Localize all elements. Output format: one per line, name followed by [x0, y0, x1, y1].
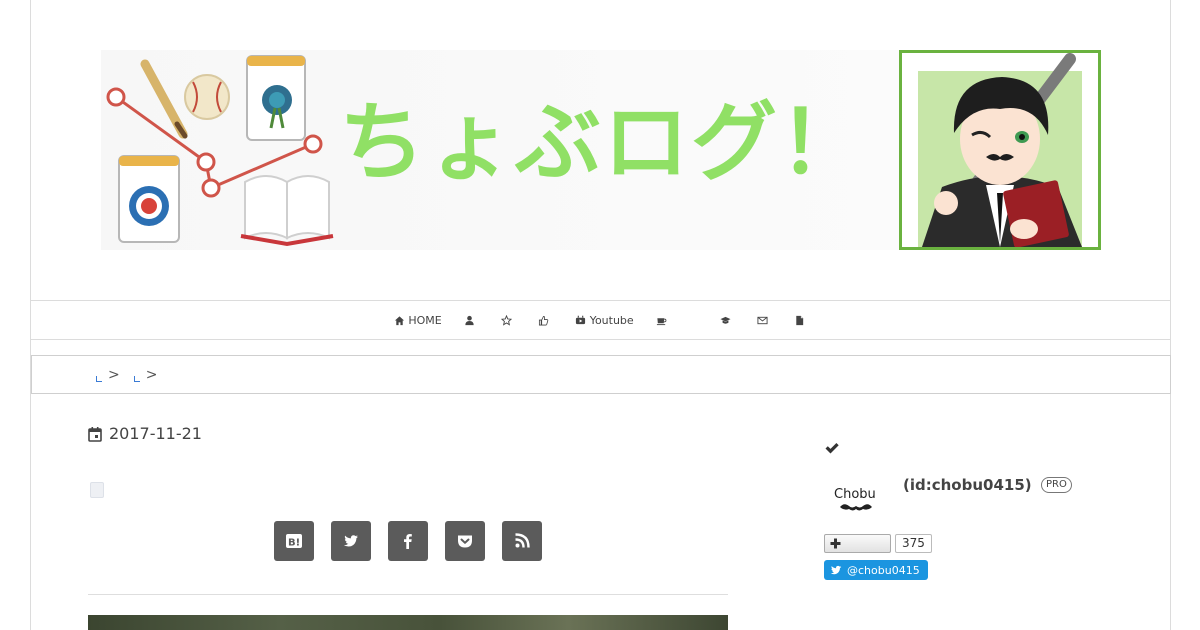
share-twitter-button[interactable]: [331, 521, 371, 561]
nav-item-favorites[interactable]: [490, 301, 527, 339]
global-nav-list: HOME Youtube: [382, 301, 819, 339]
plus-icon: [830, 538, 841, 549]
pro-badge: PRO: [1041, 477, 1072, 493]
entry-date-text: 2017-11-21: [109, 424, 202, 443]
nav-item-recommend[interactable]: [527, 301, 564, 339]
share-facebook-button[interactable]: [388, 521, 428, 561]
follow-button[interactable]: [824, 534, 891, 553]
follower-count: 375: [895, 534, 932, 553]
star-icon: [501, 314, 513, 326]
twitter-icon: [343, 535, 358, 547]
profile-user-id[interactable]: (id:chobu0415): [903, 476, 1032, 494]
twitter-handle: @chobu0415: [847, 563, 920, 577]
youtube-icon: [575, 314, 587, 326]
coffee-icon: [656, 314, 668, 326]
svg-text:B!: B!: [288, 538, 300, 549]
pocket-icon: [458, 535, 472, 548]
share-pocket-button[interactable]: [445, 521, 485, 561]
page-frame: ちょぶログ！ HOME Youtube > > 2017-11-21 B! Ch…: [30, 0, 1171, 630]
global-nav: HOME Youtube: [31, 300, 1171, 340]
file-icon: [794, 314, 806, 326]
site-title[interactable]: ちょぶログ！: [339, 68, 867, 218]
nav-item-label: Youtube: [589, 313, 634, 327]
calendar-icon: [88, 426, 102, 442]
breadcrumb: > >: [31, 355, 1171, 394]
nav-item-policy[interactable]: [783, 301, 820, 339]
author-portrait: [899, 50, 1101, 250]
rss-icon: [515, 533, 530, 548]
share-rss-button[interactable]: [502, 521, 542, 561]
twitter-follow-button[interactable]: @chobu0415: [824, 560, 928, 580]
nav-item-youtube[interactable]: Youtube: [564, 301, 645, 339]
nav-item-contact[interactable]: [746, 301, 783, 339]
profile-avatar[interactable]: Chobu: [824, 478, 888, 518]
facebook-icon: [404, 534, 412, 549]
nav-item-home[interactable]: HOME: [382, 301, 452, 339]
nav-item-label: HOME: [408, 313, 442, 327]
user-icon: [464, 314, 476, 326]
entry-date[interactable]: 2017-11-21: [88, 424, 202, 443]
check-icon: [825, 443, 839, 454]
breadcrumb-link-category[interactable]: [133, 375, 140, 382]
thumbs-up-icon: [538, 314, 550, 326]
header-banner[interactable]: ちょぶログ！: [101, 50, 1101, 250]
avatar-label: Chobu: [834, 487, 876, 502]
nav-item-study[interactable]: [709, 301, 746, 339]
article: 2017-11-21 B!: [88, 420, 728, 630]
graduation-cap-icon: [720, 314, 732, 326]
article-divider: [88, 594, 728, 595]
entry-title-image: [90, 482, 104, 498]
logo-illustration: [106, 55, 334, 247]
breadcrumb-separator: >: [108, 366, 120, 383]
sidebar-profile: Chobu (id:chobu0415) PRO 375 @chobu0415: [824, 440, 1144, 630]
envelope-icon: [757, 314, 769, 326]
follow-group: 375: [824, 534, 932, 553]
nav-item-profile[interactable]: [453, 301, 490, 339]
nav-item-cafe[interactable]: [645, 301, 709, 339]
breadcrumb-separator: >: [145, 366, 158, 383]
home-icon: [393, 314, 405, 326]
breadcrumb-link-top[interactable]: [96, 375, 102, 382]
twitter-icon: [830, 565, 842, 574]
hatena-bookmark-icon: B!: [286, 534, 302, 549]
article-hero-image: [88, 615, 728, 630]
share-hatena-button[interactable]: B!: [274, 521, 314, 561]
share-buttons: B!: [274, 521, 559, 561]
